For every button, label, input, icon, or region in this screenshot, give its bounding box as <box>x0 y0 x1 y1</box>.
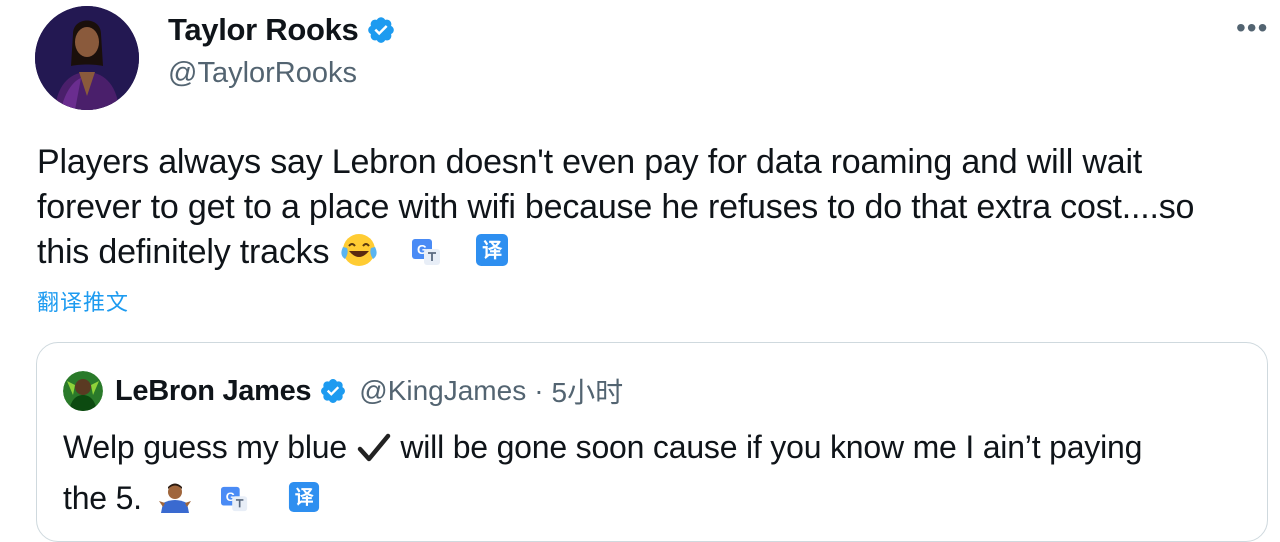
quoted-tweet-text: Welp guess my blue will be gone soon cau… <box>63 425 1253 527</box>
quoted-text-end: the 5. <box>63 480 142 516</box>
check-mark-icon <box>356 431 392 476</box>
avatar[interactable] <box>35 6 139 110</box>
quoted-text-after: will be gone soon cause if you know me I… <box>400 429 1143 465</box>
svg-text:译: 译 <box>482 238 503 262</box>
quoted-display-name[interactable]: LeBron James <box>115 375 312 408</box>
more-options-icon[interactable]: ••• <box>1236 14 1268 42</box>
quoted-handle[interactable]: @KingJames <box>359 375 526 407</box>
author-handle[interactable]: @TaylorRooks <box>168 57 357 90</box>
author-name-row: Taylor Rooks <box>168 10 396 50</box>
quoted-author-row: LeBron James @KingJames · 5小时 <box>63 371 623 411</box>
quoted-text-before: Welp guess my blue <box>63 429 347 465</box>
quoted-tweet-card[interactable]: LeBron James @KingJames · 5小时 Welp guess… <box>36 342 1268 542</box>
verified-badge-icon <box>366 15 396 45</box>
face-with-tears-of-joy-icon <box>339 231 379 281</box>
profile-photo-icon <box>35 6 139 110</box>
lebron-avatar-icon <box>63 371 103 411</box>
quoted-separator: · <box>534 375 544 406</box>
translate-badge-icon[interactable]: 译 <box>475 233 509 279</box>
quoted-verified-badge-icon <box>319 377 347 405</box>
tweet-text: Players always say Lebron doesn't even p… <box>37 140 1237 281</box>
quoted-google-translate-icon[interactable]: G <box>219 480 251 525</box>
google-translate-icon[interactable]: G <box>410 234 444 279</box>
tweet-body: Players always say Lebron doesn't even p… <box>37 143 1195 271</box>
author-display-name[interactable]: Taylor Rooks <box>168 12 359 48</box>
quoted-translate-badge-icon[interactable]: 译 <box>288 480 320 525</box>
quoted-timestamp[interactable]: 5小时 <box>552 371 624 411</box>
svg-text:译: 译 <box>295 487 315 509</box>
quoted-avatar[interactable] <box>63 371 103 411</box>
man-shrugging-icon <box>157 481 193 527</box>
translate-tweet-link[interactable]: 翻译推文 <box>37 285 129 317</box>
